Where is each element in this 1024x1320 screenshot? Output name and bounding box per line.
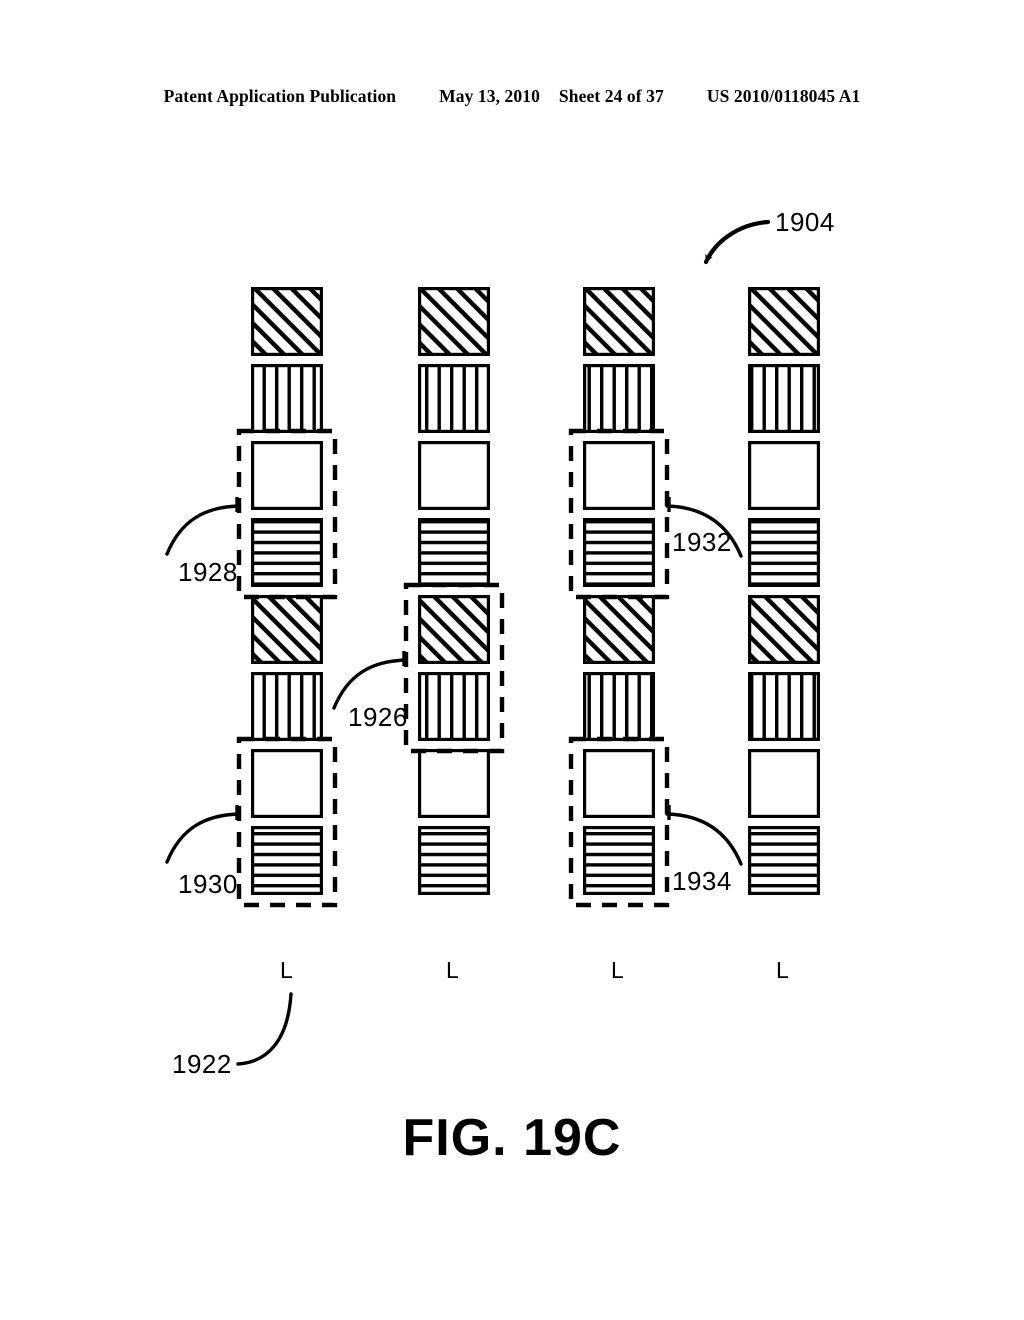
block-vertical-stripes bbox=[583, 672, 655, 741]
layer-letter-column-1: L bbox=[280, 957, 293, 983]
block-vertical-stripes bbox=[583, 364, 655, 433]
block-diagonal-hatch bbox=[583, 595, 655, 664]
block-diagonal-hatch bbox=[748, 287, 820, 356]
ref-label-1934: 1934 bbox=[672, 866, 732, 896]
layer-letter-column-2: L bbox=[446, 957, 459, 983]
block-diagonal-hatch bbox=[748, 595, 820, 664]
leader-line-1930 bbox=[165, 812, 241, 864]
ref-label-1922: 1922 bbox=[172, 1049, 232, 1079]
block-blank bbox=[748, 441, 820, 510]
leader-arrow-1904 bbox=[703, 219, 771, 265]
block-horizontal-stripes bbox=[583, 518, 655, 587]
block-horizontal-stripes bbox=[418, 826, 490, 895]
block-horizontal-stripes bbox=[748, 826, 820, 895]
block-vertical-stripes bbox=[251, 672, 323, 741]
block-horizontal-stripes bbox=[583, 826, 655, 895]
block-diagonal-hatch bbox=[418, 287, 490, 356]
block-blank bbox=[583, 749, 655, 818]
ref-label-1932: 1932 bbox=[672, 527, 732, 557]
block-vertical-stripes bbox=[748, 672, 820, 741]
block-diagonal-hatch bbox=[583, 287, 655, 356]
block-vertical-stripes bbox=[251, 364, 323, 433]
block-horizontal-stripes bbox=[251, 826, 323, 895]
block-diagonal-hatch bbox=[418, 595, 490, 664]
block-vertical-stripes bbox=[418, 672, 490, 741]
figure-19c: 1904 1928 1930 1926 1932 1934 1922 L L L… bbox=[0, 0, 1024, 1320]
leader-line-1934 bbox=[665, 812, 743, 866]
block-blank bbox=[748, 749, 820, 818]
block-blank bbox=[251, 749, 323, 818]
block-horizontal-stripes bbox=[251, 518, 323, 587]
ref-label-1904: 1904 bbox=[775, 207, 835, 237]
ref-label-1928: 1928 bbox=[178, 557, 238, 587]
block-blank bbox=[418, 441, 490, 510]
block-horizontal-stripes bbox=[418, 518, 490, 587]
block-vertical-stripes bbox=[748, 364, 820, 433]
leader-line-1928 bbox=[165, 504, 241, 556]
layer-letter-column-4: L bbox=[776, 957, 789, 983]
block-diagonal-hatch bbox=[251, 287, 323, 356]
leader-line-1926 bbox=[332, 658, 408, 710]
block-blank bbox=[251, 441, 323, 510]
block-horizontal-stripes bbox=[748, 518, 820, 587]
figure-caption: FIG. 19C bbox=[402, 1109, 622, 1167]
layer-letter-column-3: L bbox=[611, 957, 624, 983]
ref-label-1930: 1930 bbox=[178, 869, 238, 899]
leader-line-1922 bbox=[236, 992, 293, 1066]
block-diagonal-hatch bbox=[251, 595, 323, 664]
block-blank bbox=[583, 441, 655, 510]
ref-label-1926: 1926 bbox=[348, 702, 408, 732]
block-vertical-stripes bbox=[418, 364, 490, 433]
block-blank bbox=[418, 749, 490, 818]
